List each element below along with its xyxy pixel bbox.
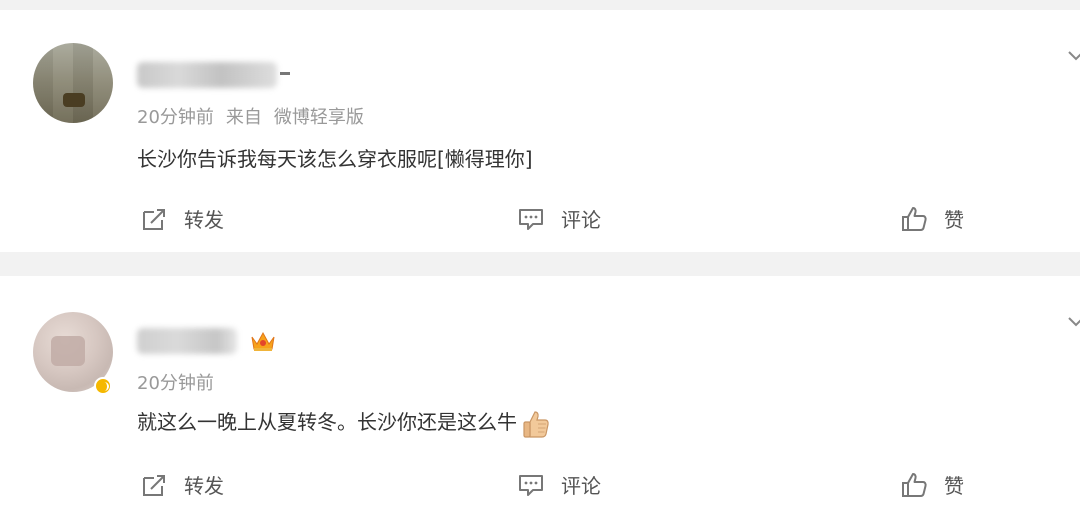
post-content-text: 就这么一晚上从夏转冬。长沙你还是这么牛 <box>137 410 517 434</box>
post-source[interactable]: 微博轻享版 <box>274 107 364 128</box>
comment-button[interactable]: 评论 <box>517 470 601 499</box>
post-content: 就这么一晚上从夏转冬。长沙你还是这么牛 <box>137 406 551 439</box>
post-meta: 20分钟前 <box>137 369 226 395</box>
post-source-prefix: 来自 <box>225 107 262 128</box>
repost-button[interactable]: 转发 <box>140 204 224 233</box>
post-time: 20分钟前 <box>137 373 214 394</box>
crown-icon <box>251 331 275 351</box>
like-icon <box>902 206 927 231</box>
like-label: 赞 <box>944 474 964 498</box>
repost-button[interactable]: 转发 <box>140 470 224 499</box>
verified-badge-icon <box>94 377 112 395</box>
like-icon <box>902 472 927 497</box>
comment-icon <box>519 208 543 230</box>
weibo-post: 20分钟前 就这么一晚上从夏转冬。长沙你还是这么牛 转发 评论 赞 <box>0 276 1080 517</box>
like-button[interactable]: 赞 <box>900 204 964 233</box>
username-blurred[interactable] <box>137 328 237 354</box>
username-blurred[interactable] <box>137 62 277 88</box>
repost-label: 转发 <box>184 474 224 498</box>
comment-label: 评论 <box>561 208 601 232</box>
chevron-down-icon[interactable] <box>1066 46 1080 66</box>
repost-label: 转发 <box>184 208 224 232</box>
post-meta: 20分钟前 来自 微博轻享版 <box>137 103 376 129</box>
chevron-down-icon[interactable] <box>1066 312 1080 332</box>
username-trailing-mark <box>280 72 290 75</box>
thumbs-up-emoji <box>523 410 549 438</box>
comment-button[interactable]: 评论 <box>517 204 601 233</box>
post-time: 20分钟前 <box>137 107 214 128</box>
avatar[interactable] <box>33 43 113 123</box>
like-label: 赞 <box>944 208 964 232</box>
like-button[interactable]: 赞 <box>900 470 964 499</box>
post-content: 长沙你告诉我每天该怎么穿衣服呢[懒得理你] <box>137 147 533 171</box>
comment-label: 评论 <box>561 474 601 498</box>
avatar-image-detail <box>51 336 85 366</box>
repost-icon <box>143 474 165 496</box>
repost-icon <box>143 208 165 230</box>
comment-icon <box>519 474 543 496</box>
avatar-image-detail <box>63 93 85 107</box>
weibo-post: 20分钟前 来自 微博轻享版 长沙你告诉我每天该怎么穿衣服呢[懒得理你] 转发 评论… <box>0 10 1080 252</box>
